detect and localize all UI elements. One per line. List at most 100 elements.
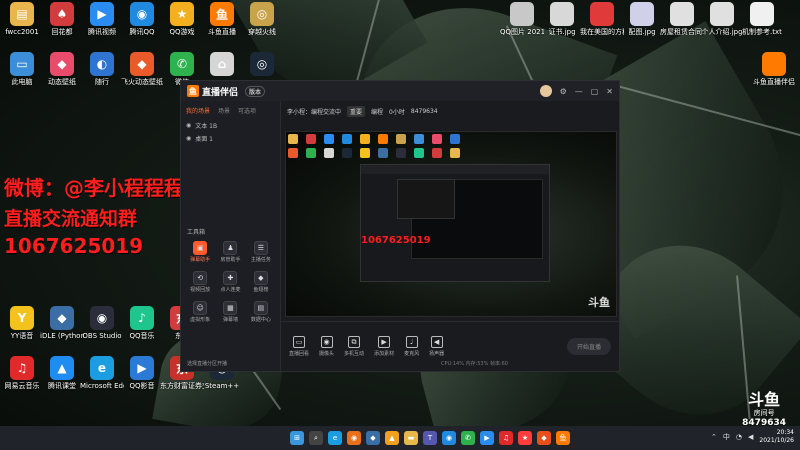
start-live-button[interactable]: 开始直播 <box>566 338 611 355</box>
taskbar-wechat-icon[interactable]: ✆ <box>461 431 475 445</box>
desktop-icon[interactable]: ♫ 网易云音乐 <box>0 356 44 390</box>
tool-item[interactable]: ⟲ 视频回放 <box>185 271 215 293</box>
taskbar-qq-icon[interactable]: ◉ <box>442 431 456 445</box>
tab-options[interactable]: 可选项 <box>238 106 256 115</box>
eye-icon[interactable]: ◉ <box>186 122 191 129</box>
volume-icon[interactable]: ◀ <box>748 433 753 441</box>
tool-item[interactable]: ☺ 虚拟形象 <box>185 301 215 323</box>
desktop-icon[interactable]: ♪ QQ音乐 <box>120 306 164 340</box>
preview-mini-icon <box>396 134 406 144</box>
desktop-icon[interactable]: ▶ QQ影音 <box>120 356 164 390</box>
desktop-icon[interactable]: ◎ 穿越火线 <box>240 2 284 36</box>
desktop-icon[interactable]: ◉ 腾讯QQ <box>120 2 164 36</box>
tool-icon: ▦ <box>223 301 238 315</box>
stream-tag[interactable]: 重要 <box>347 105 366 117</box>
desktop-icon[interactable]: Y YY语音 <box>0 306 44 340</box>
taskbar-firefox-icon[interactable]: ◉ <box>347 431 361 445</box>
desktop-icon[interactable]: ♠ 回花都 <box>40 2 84 36</box>
bottom-tool-button[interactable]: ▶ 添加素材 <box>374 336 394 357</box>
eye-icon[interactable]: ◉ <box>186 135 191 142</box>
desktop-file-icon[interactable]: 证书.jpg <box>540 2 584 36</box>
icon-label: 机制参考.txt <box>742 28 782 36</box>
avatar[interactable] <box>539 85 552 97</box>
desktop-icon[interactable]: ▭ 此电脑 <box>0 52 44 86</box>
preview-mini-icon <box>342 134 352 144</box>
tool-item[interactable]: ▦ 弹幕墙 <box>215 301 245 323</box>
tool-item[interactable]: ▤ 数据中心 <box>246 301 276 323</box>
bottom-tool-button[interactable]: ◀ 扬声器 <box>429 336 444 357</box>
desktop-file-icon[interactable]: 配图.jpg <box>620 2 664 36</box>
taskbar-edge-icon[interactable]: e <box>328 431 342 445</box>
tools-title: 工具箱 <box>187 229 206 236</box>
wifi-icon[interactable]: ◔ <box>736 433 742 441</box>
icon-label: 配图.jpg <box>628 28 656 36</box>
desktop-file-icon[interactable]: 个人介绍.jpg <box>700 2 744 36</box>
tool-item[interactable]: ◆ 鱼翅榜 <box>246 271 276 293</box>
desktop-icon[interactable]: 斗鱼直播伴侣 <box>752 52 796 86</box>
bottom-tool-button[interactable]: ⧉ 多机互动 <box>344 336 364 357</box>
desktop-icon[interactable]: ⌂ <box>200 52 244 78</box>
streaming-app-window[interactable]: 鱼 直播伴侣 版本 ⚙ — ▢ ✕ 我的场景 场景 可选项 ◉ 文本 1B ◉ <box>180 80 620 372</box>
desktop-icon[interactable]: ★ QQ游戏 <box>160 2 204 36</box>
tab-scenes[interactable]: 场景 <box>218 106 230 115</box>
settings-icon[interactable]: ⚙ <box>560 87 567 96</box>
icon-label: 网易云音乐 <box>4 382 40 390</box>
bottom-tool-button[interactable]: ♩ 麦克风 <box>404 336 419 357</box>
tool-item[interactable]: ☰ 主播任务 <box>246 241 276 263</box>
language-indicator[interactable]: 中 <box>723 432 730 442</box>
app-titlebar[interactable]: 鱼 直播伴侣 版本 ⚙ — ▢ ✕ <box>181 81 619 101</box>
taskbar-tencent-video-icon[interactable]: ▶ <box>480 431 494 445</box>
taskbar-fire-icon[interactable]: ◆ <box>537 431 551 445</box>
preview-mini-icon <box>288 134 298 144</box>
desktop-file-icon[interactable]: QQ图片 2021001... <box>500 2 544 36</box>
desktop-icon[interactable]: ◉ OBS Studio <box>80 306 124 340</box>
clock[interactable]: 20:34 2021/10/26 <box>759 429 794 445</box>
desktop-icon[interactable]: ◎ <box>240 52 284 78</box>
icon-label: 房屋租赁合同.jpg <box>660 28 704 36</box>
taskbar-windows-start-icon[interactable]: ⊞ <box>290 431 304 445</box>
desktop-icon[interactable]: ◆ 飞火动态壁纸 <box>120 52 164 86</box>
desktop-file-icon[interactable]: 我在美国的方程组.pdf <box>580 2 624 36</box>
taskbar-folder-icon[interactable]: ▬ <box>404 431 418 445</box>
chevron-up-icon[interactable]: ⌃ <box>711 433 717 441</box>
taskbar-netease-icon[interactable]: ♫ <box>499 431 513 445</box>
desktop-icon[interactable]: ◐ 随行 <box>80 52 124 86</box>
desktop-icon[interactable]: ▲ 腾讯课堂 <box>40 356 84 390</box>
taskbar-boat-icon[interactable]: ▲ <box>385 431 399 445</box>
preview-mini-icon <box>450 148 460 158</box>
stream-preview[interactable]: 1067625019 斗鱼 <box>285 131 617 317</box>
scene-item[interactable]: ◉ 桌面 1 <box>184 132 277 145</box>
icon-label: Steam++ <box>204 382 240 390</box>
close-icon[interactable]: ✕ <box>606 87 613 96</box>
tool-icon: ♟ <box>223 241 238 255</box>
desktop-file-icon[interactable]: 机制参考.txt <box>740 2 784 36</box>
taskbar-game-icon[interactable]: ★ <box>518 431 532 445</box>
desktop-icon[interactable]: ▤ fwcc2001 <box>0 2 44 36</box>
preview-mini-icon <box>396 148 406 158</box>
app-sidebar: 我的场景 场景 可选项 ◉ 文本 1B ◉ 桌面 1 工具箱 ▣ 弹幕助手 ♟ 房管助… <box>181 101 281 371</box>
minimize-icon[interactable]: — <box>575 87 583 96</box>
tool-item[interactable]: ♟ 房管助手 <box>215 241 245 263</box>
desktop-icon[interactable]: ◆ iDLE (Python 3.8 64-bit) <box>40 306 84 340</box>
taskbar-douyu-icon[interactable]: 鱼 <box>556 431 570 445</box>
tool-item[interactable]: ✚ 点人连麦 <box>215 271 245 293</box>
desktop-file-icon[interactable]: 房屋租赁合同.jpg <box>660 2 704 36</box>
desktop-icon[interactable]: e Microsoft Edge <box>80 356 124 390</box>
desktop-icon[interactable]: ▶ 腾讯视频 <box>80 2 124 36</box>
sidebar-footer[interactable]: 选择直播分区开播 <box>187 360 227 367</box>
taskbar-python-icon[interactable]: ◆ <box>366 431 380 445</box>
scene-item[interactable]: ◉ 文本 1B <box>184 119 277 132</box>
tool-item[interactable]: ▣ 弹幕助手 <box>185 241 215 263</box>
tab-my-scenes[interactable]: 我的场景 <box>186 106 210 115</box>
taskbar-teams-icon[interactable]: T <box>423 431 437 445</box>
desktop-icon[interactable]: 鱼斗鱼直播 <box>200 2 244 36</box>
desktop-icon[interactable]: ◆ 动态壁纸 <box>40 52 84 86</box>
app-icon: Y <box>10 306 34 330</box>
bottom-tool-button[interactable]: ◉ 摄像头 <box>319 336 334 357</box>
app-icon <box>510 2 534 26</box>
bottom-tool-button[interactable]: ▭ 直播回看 <box>289 336 309 357</box>
app-icon: ▭ <box>10 52 34 76</box>
stream-title[interactable]: 李小程：编程交流中 <box>287 107 341 116</box>
maximize-icon[interactable]: ▢ <box>591 87 599 96</box>
taskbar-search-icon[interactable]: ⌕ <box>309 431 323 445</box>
